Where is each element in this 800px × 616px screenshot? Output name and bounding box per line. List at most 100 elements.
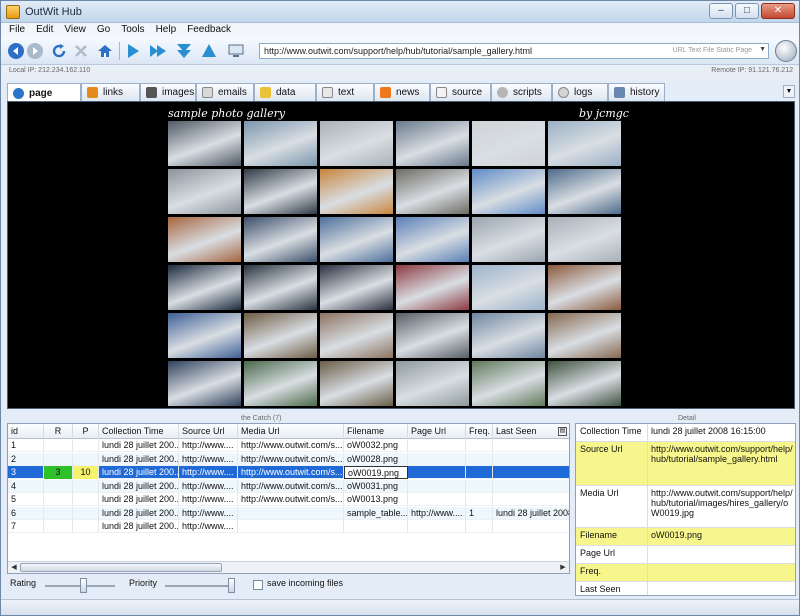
browse-all-button[interactable] bbox=[149, 42, 167, 60]
photo-thumbnail[interactable] bbox=[244, 169, 317, 214]
tab-data[interactable]: data bbox=[254, 83, 316, 101]
scroll-right-icon[interactable]: ▶ bbox=[558, 563, 568, 573]
tab-source[interactable]: source bbox=[430, 83, 491, 101]
photo-thumbnail[interactable] bbox=[320, 265, 393, 310]
scrollbar-thumb[interactable] bbox=[20, 563, 222, 572]
col-id[interactable]: id bbox=[8, 424, 44, 439]
col-media-url[interactable]: Media Url bbox=[238, 424, 344, 439]
photo-thumbnail[interactable] bbox=[320, 361, 393, 406]
photo-thumbnail[interactable] bbox=[244, 121, 317, 166]
menu-edit[interactable]: Edit bbox=[36, 23, 53, 37]
tab-history[interactable]: history bbox=[608, 83, 665, 101]
photo-thumbnail[interactable] bbox=[168, 265, 241, 310]
col-page-url[interactable]: Page Url bbox=[408, 424, 466, 439]
photo-thumbnail[interactable] bbox=[168, 121, 241, 166]
table-row[interactable]: 3 3 10 lundi 28 juillet 200... http://www...… bbox=[8, 466, 569, 479]
photo-thumbnail[interactable] bbox=[396, 121, 469, 166]
photo-thumbnail[interactable] bbox=[396, 361, 469, 406]
col-source-url[interactable]: Source Url bbox=[179, 424, 238, 439]
photo-thumbnail[interactable] bbox=[472, 265, 545, 310]
photo-thumbnail[interactable] bbox=[472, 169, 545, 214]
col-filename[interactable]: Filename bbox=[344, 424, 408, 439]
photo-thumbnail[interactable] bbox=[396, 265, 469, 310]
back-button[interactable] bbox=[7, 42, 25, 60]
photo-thumbnail[interactable] bbox=[244, 217, 317, 262]
menu-tools[interactable]: Tools bbox=[121, 23, 144, 37]
detail-value[interactable]: http://www.outwit.com/support/help/hub/t… bbox=[651, 444, 793, 464]
col-rating[interactable]: R bbox=[44, 424, 73, 439]
table-row[interactable]: 6 lundi 28 juillet 200... http://www.... sa… bbox=[8, 506, 569, 520]
photo-thumbnail[interactable] bbox=[396, 169, 469, 214]
table-row[interactable]: 5 lundi 28 juillet 200... http://www.... ht… bbox=[8, 493, 569, 506]
priority-slider[interactable] bbox=[165, 578, 235, 593]
col-collection-time[interactable]: Collection Time bbox=[99, 424, 179, 439]
catch-table[interactable]: id R P Collection Time Source Url Media … bbox=[7, 423, 570, 574]
col-priority[interactable]: P bbox=[73, 424, 99, 439]
detail-value[interactable]: oW0019.png bbox=[651, 530, 793, 540]
photo-thumbnail[interactable] bbox=[472, 217, 545, 262]
tabs-dropdown-icon[interactable]: ▼ bbox=[783, 85, 795, 98]
maximize-button[interactable]: □ bbox=[735, 3, 759, 19]
menu-help[interactable]: Help bbox=[156, 23, 177, 37]
table-row[interactable]: 7 lundi 28 juillet 200... http://www.... bbox=[8, 520, 569, 533]
photo-thumbnail[interactable] bbox=[244, 265, 317, 310]
detail-value[interactable]: http://www.outwit.com/support/help/hub/t… bbox=[651, 488, 793, 518]
photo-thumbnail[interactable] bbox=[320, 169, 393, 214]
url-dropdown-icon[interactable]: ▼ bbox=[759, 46, 766, 53]
save-incoming-checkbox[interactable] bbox=[253, 580, 263, 590]
tab-scripts[interactable]: scripts bbox=[491, 83, 552, 101]
menu-go[interactable]: Go bbox=[97, 23, 110, 37]
next-page-button[interactable] bbox=[124, 42, 142, 60]
forward-button[interactable] bbox=[26, 42, 44, 60]
tab-text[interactable]: text bbox=[316, 83, 374, 101]
tab-news[interactable]: news bbox=[374, 83, 430, 101]
photo-thumbnail[interactable] bbox=[472, 361, 545, 406]
table-row[interactable]: 2 lundi 28 juillet 200... http://www.... ht… bbox=[8, 452, 569, 466]
photo-thumbnail[interactable] bbox=[548, 121, 621, 166]
photo-thumbnail[interactable] bbox=[472, 121, 545, 166]
tab-emails[interactable]: emails bbox=[196, 83, 254, 101]
dig-button[interactable] bbox=[175, 42, 193, 60]
detail-value[interactable]: lundi 28 juillet 2008 16:15:00 bbox=[651, 426, 793, 436]
menu-feedback[interactable]: Feedback bbox=[187, 23, 231, 37]
photo-thumbnail[interactable] bbox=[548, 265, 621, 310]
photo-thumbnail[interactable] bbox=[168, 361, 241, 406]
reload-button[interactable] bbox=[50, 42, 68, 60]
photo-thumbnail[interactable] bbox=[168, 169, 241, 214]
tab-images[interactable]: images bbox=[140, 83, 196, 101]
table-row[interactable]: 4 lundi 28 juillet 200... http://www.... ht… bbox=[8, 479, 569, 493]
minimize-button[interactable]: – bbox=[709, 3, 733, 19]
close-button[interactable]: ✕ bbox=[761, 3, 795, 19]
photo-thumbnail[interactable] bbox=[320, 121, 393, 166]
menu-file[interactable]: File bbox=[9, 23, 25, 37]
photo-thumbnail[interactable] bbox=[472, 313, 545, 358]
priority-slider-knob[interactable] bbox=[228, 578, 235, 593]
scroll-left-icon[interactable]: ◀ bbox=[9, 563, 19, 573]
photo-thumbnail[interactable] bbox=[396, 313, 469, 358]
tab-page[interactable]: page bbox=[7, 83, 81, 102]
photo-thumbnail[interactable] bbox=[168, 217, 241, 262]
page-viewer[interactable]: sample photo gallery by jcmgc bbox=[7, 101, 795, 409]
url-field[interactable]: http://www.outwit.com/support/help/hub/t… bbox=[259, 43, 769, 59]
photo-thumbnail[interactable] bbox=[168, 313, 241, 358]
rating-slider-knob[interactable] bbox=[80, 578, 87, 593]
rating-slider[interactable] bbox=[45, 578, 115, 593]
photo-thumbnail[interactable] bbox=[396, 217, 469, 262]
photo-thumbnail[interactable] bbox=[244, 361, 317, 406]
display-button[interactable] bbox=[227, 42, 245, 60]
photo-thumbnail[interactable] bbox=[244, 313, 317, 358]
stop-button[interactable] bbox=[72, 42, 90, 60]
column-picker-icon[interactable]: ▤ bbox=[558, 427, 567, 436]
photo-thumbnail[interactable] bbox=[320, 217, 393, 262]
col-freq[interactable]: Freq. bbox=[466, 424, 493, 439]
photo-thumbnail[interactable] bbox=[548, 313, 621, 358]
tab-links[interactable]: links bbox=[81, 83, 140, 101]
table-row[interactable]: 1 lundi 28 juillet 200... http://www.... ht… bbox=[8, 439, 569, 452]
photo-thumbnail[interactable] bbox=[548, 169, 621, 214]
up-button[interactable] bbox=[200, 42, 218, 60]
photo-thumbnail[interactable] bbox=[548, 217, 621, 262]
menu-view[interactable]: View bbox=[64, 23, 86, 37]
tab-logs[interactable]: logs bbox=[552, 83, 608, 101]
home-button[interactable] bbox=[96, 42, 114, 60]
horizontal-scrollbar[interactable]: ◀ ▶ bbox=[8, 561, 569, 573]
